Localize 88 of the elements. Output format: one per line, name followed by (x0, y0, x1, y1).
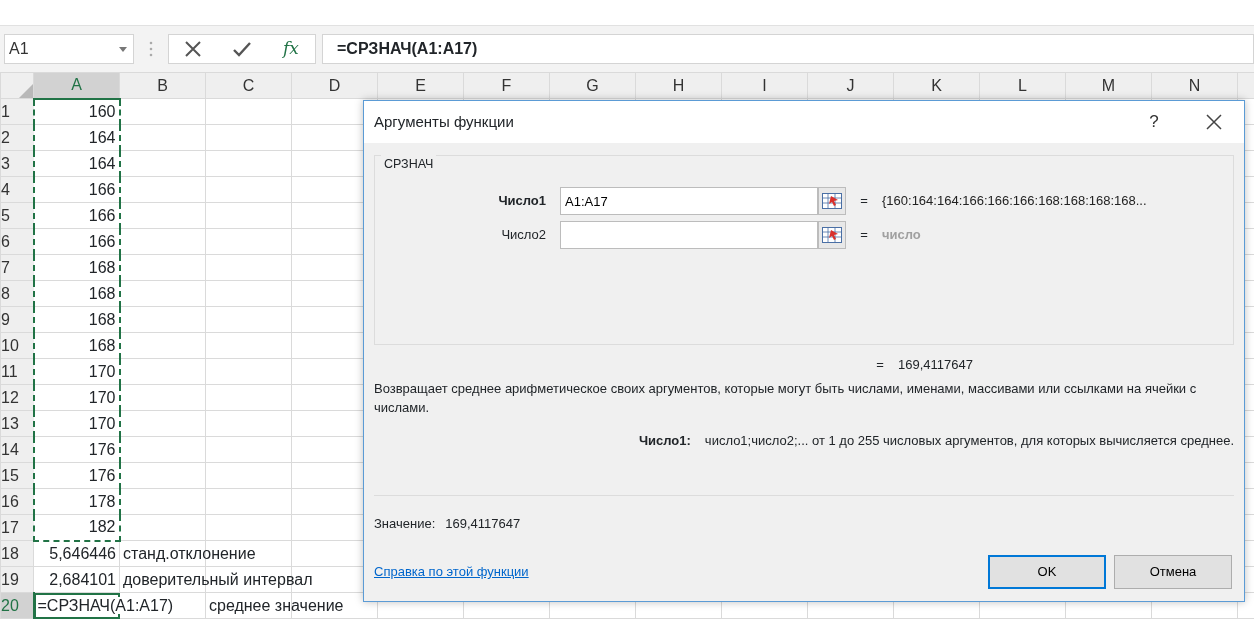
row-header[interactable]: 7 (0, 254, 34, 281)
table-cell: 166 (88, 180, 116, 198)
column-header[interactable]: E (377, 72, 464, 99)
row-header[interactable]: 5 (0, 202, 34, 229)
table-cell: 168 (88, 336, 116, 354)
row-header[interactable]: 16 (0, 488, 34, 515)
table-cell: 168 (88, 284, 116, 302)
insert-function-button[interactable]: fx (283, 36, 299, 62)
column-header[interactable]: N (1151, 72, 1238, 99)
value-result: 169,4117647 (445, 514, 521, 533)
column-header[interactable]: F (463, 72, 550, 99)
drag-handle-icon[interactable] (148, 40, 154, 58)
argument-result: {160:164:164:166:166:166:168:168:168:168... (882, 192, 1148, 211)
table-cell: 176 (88, 440, 116, 458)
row-header[interactable]: 10 (0, 332, 34, 359)
argument-result: число (882, 226, 922, 245)
table-cell: 170 (88, 362, 116, 380)
value-label: Значение: (374, 514, 436, 533)
table-cell: 164 (88, 128, 116, 146)
row-header[interactable]: 1 (0, 98, 34, 125)
cell-reference: A1 (9, 39, 29, 59)
column-header[interactable]: J (807, 72, 894, 99)
row-header[interactable]: 12 (0, 384, 34, 411)
equals-sign: = (859, 192, 869, 211)
close-icon[interactable] (185, 41, 201, 57)
row-header[interactable]: 2 (0, 124, 34, 151)
table-cell: 5,646446 (49, 544, 116, 562)
column-header[interactable]: D (291, 72, 378, 99)
argument-field[interactable] (560, 221, 818, 249)
column-header[interactable]: G (549, 72, 636, 99)
dialog-title: Аргументы функции (374, 111, 515, 132)
argument-description: число1;число2;... от 1 до 255 числовых аргументов, для которых вычисляется среднее. (704, 431, 1234, 450)
column-header[interactable]: H (635, 72, 722, 99)
table-cell: 182 (88, 518, 116, 536)
row-header[interactable]: 19 (0, 566, 34, 593)
dropdown-caret-icon[interactable] (119, 46, 127, 52)
argument-label: Число1 (497, 192, 547, 211)
table-cell: 166 (88, 206, 116, 224)
table-cell: 166 (88, 232, 116, 250)
equals-sign: = (875, 356, 885, 374)
table-cell: 170 (88, 414, 116, 432)
table-cell: станд.отклонение (123, 544, 256, 562)
column-header[interactable]: K (893, 72, 980, 99)
row-header[interactable]: 18 (0, 540, 34, 567)
table-cell: 164 (88, 154, 116, 172)
formula-result: 169,4117647 (898, 356, 973, 374)
table-cell: =СРЗНАЧ(A1:A17) (37, 596, 174, 614)
help-link[interactable]: Справка по этой функции (374, 562, 988, 582)
close-icon[interactable] (1206, 114, 1222, 130)
row-header[interactable]: 17 (0, 514, 34, 541)
column-header[interactable]: A (33, 72, 120, 99)
argument-label: Число2 (500, 226, 547, 245)
cancel-button[interactable]: Отмена (1114, 555, 1232, 589)
row-header[interactable]: 3 (0, 150, 34, 177)
collapse-dialog-button[interactable] (818, 221, 846, 249)
column-header[interactable]: B (119, 72, 206, 99)
table-cell: доверительный интервал (123, 570, 313, 588)
equals-sign: = (859, 226, 869, 245)
table-cell: 2,684101 (49, 570, 116, 588)
row-header[interactable]: 6 (0, 228, 34, 255)
collapse-dialog-button[interactable] (818, 187, 846, 215)
table-cell: 168 (88, 258, 116, 276)
column-header[interactable]: M (1065, 72, 1152, 99)
row-header[interactable]: 11 (0, 358, 34, 385)
argument-name: Число1: (638, 431, 691, 450)
table-cell: 176 (88, 466, 116, 484)
table-cell: 170 (88, 388, 116, 406)
row-header[interactable]: 9 (0, 306, 34, 333)
function-description: Возвращает среднее арифметическое своих аргументов, которые могут быть числами, именами, массивами или ссылками на ячейки с числами. (373, 379, 1198, 417)
formula-field[interactable]: =СРЗНАЧ(A1:A17) (322, 34, 1254, 64)
row-header[interactable]: 4 (0, 176, 34, 203)
ok-button[interactable]: OK (988, 555, 1106, 589)
column-header[interactable]: I (721, 72, 808, 99)
row-header[interactable]: 15 (0, 462, 34, 489)
checkmark-icon[interactable] (233, 41, 252, 57)
row-header[interactable]: 8 (0, 280, 34, 307)
argument-field[interactable]: A1:A17 (560, 187, 818, 215)
table-cell: 168 (88, 310, 116, 328)
row-header[interactable]: 13 (0, 410, 34, 437)
row-header[interactable]: 14 (0, 436, 34, 463)
table-cell: 178 (88, 492, 116, 510)
column-header[interactable]: L (979, 72, 1066, 99)
help-button[interactable]: ? (1124, 101, 1184, 143)
table-cell: среднее значение (209, 596, 344, 614)
table-cell: 160 (88, 102, 116, 120)
row-header[interactable]: 20 (0, 592, 34, 619)
name-box[interactable]: A1 (4, 34, 134, 64)
column-header[interactable]: C (205, 72, 292, 99)
